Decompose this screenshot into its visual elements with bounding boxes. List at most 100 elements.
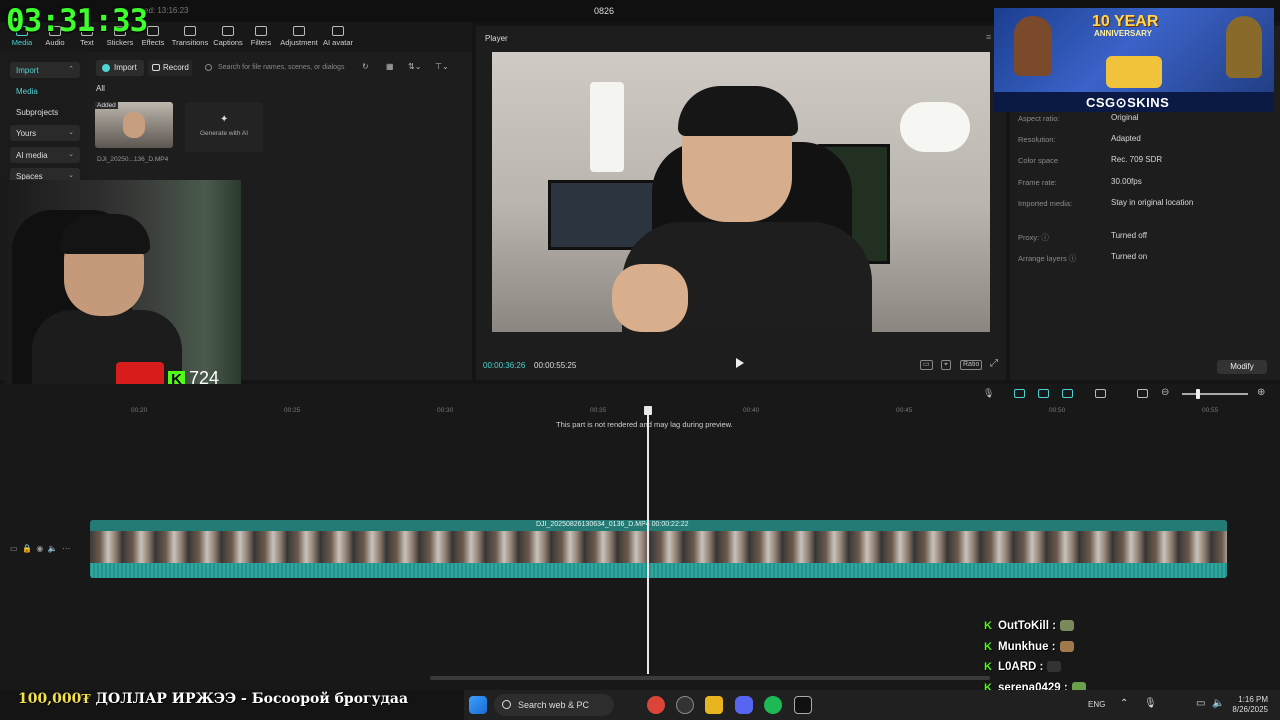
chevron-down-icon: ⌄ [68, 151, 74, 158]
folder-icon[interactable] [705, 696, 723, 714]
kick-icon: K [984, 620, 992, 632]
thumbnail-person [123, 112, 145, 138]
sidebar-item-media[interactable]: Media [10, 83, 80, 99]
windows-start-icon[interactable] [469, 696, 487, 714]
added-badge: Added [95, 102, 118, 109]
generate-with-ai-button[interactable]: ✦ Generate with AI [185, 102, 263, 152]
tab-label: Effects [141, 38, 165, 47]
grid-view-icon[interactable]: ▦ [386, 62, 394, 71]
capcut-icon[interactable] [794, 696, 812, 714]
fullscreen-preview-icon[interactable]: ▭ [920, 360, 933, 370]
detail-label: Resolution: [1018, 135, 1056, 144]
filter-icon[interactable]: ⊤⌄ [435, 62, 449, 71]
expand-icon[interactable]: ⤢ [990, 358, 998, 369]
github-icon[interactable] [676, 696, 694, 714]
ruler-tick: 00:55 [1202, 407, 1219, 414]
tab-label: AI avatar [322, 38, 353, 47]
ad-title: 10 YEAR [1092, 13, 1159, 30]
chrome-icon[interactable] [647, 696, 665, 714]
donation-ticker: 100,000₮ ДОЛЛАР ИРЖЭЭ - Босоорой брогуда… [18, 691, 408, 708]
language-indicator[interactable]: ENG [1088, 700, 1105, 709]
button-label: Import [114, 63, 137, 72]
detail-label: Color space [1018, 156, 1059, 165]
chevron-up-icon[interactable]: ⌃ [1120, 698, 1128, 709]
preview-axis-icon[interactable] [1062, 389, 1073, 398]
video-preview[interactable] [492, 52, 990, 332]
ruler-tick: 00:45 [896, 407, 913, 414]
ratio-button[interactable]: Ratio [960, 360, 983, 370]
network-icon[interactable]: ▭ [1196, 698, 1205, 709]
record-button[interactable]: Record [148, 60, 192, 76]
tab-ai-avatar[interactable]: AI avatar [316, 26, 360, 47]
total-timecode: 00:00:55:25 [534, 361, 577, 370]
microphone-icon[interactable]: 🎙 [983, 388, 994, 399]
tab-label: Filters [250, 38, 272, 47]
zoom-in-icon[interactable]: ⊕ [1257, 387, 1265, 398]
chat-separator: : [1036, 661, 1044, 673]
chat-separator: : [1048, 641, 1056, 653]
crop-icon[interactable]: ⌖ [941, 360, 951, 370]
split-icon[interactable] [1095, 389, 1106, 398]
sparkle-icon: ✦ [220, 114, 229, 125]
detail-label: Arrange layers ⓘ [1018, 254, 1077, 263]
ruler-tick: 00:40 [743, 407, 760, 414]
audio-waveform [90, 563, 1227, 578]
playhead-handle[interactable] [644, 406, 652, 415]
horizontal-scrollbar[interactable] [430, 676, 990, 680]
emote-icon [1059, 641, 1074, 653]
microphone-icon[interactable]: 🎙 [1144, 698, 1157, 709]
chat-message: K OutToKill : [984, 620, 1074, 632]
search-icon [502, 700, 511, 709]
discord-icon[interactable] [735, 696, 753, 714]
link-icon[interactable] [1038, 389, 1049, 398]
emote-icon [1047, 661, 1062, 673]
time-ruler[interactable]: 00:20 00:25 00:30 00:35 00:40 00:45 00:5… [90, 404, 1230, 418]
ruler-tick: 00:25 [284, 407, 301, 414]
project-title: 0826 [594, 6, 615, 16]
ruler-tick: 00:50 [1049, 407, 1066, 414]
ring-light [590, 82, 624, 172]
sort-icon[interactable]: ⇅⌄ [408, 62, 421, 71]
current-timecode: 00:00:36:26 [483, 361, 526, 370]
zoom-out-icon[interactable]: ⊖ [1161, 387, 1169, 398]
stream-clock: 03:31:33 [6, 3, 148, 39]
video-clip[interactable] [90, 520, 1227, 578]
search-input[interactable]: Search for file names, scenes, or dialog… [198, 60, 372, 76]
play-button[interactable] [736, 358, 744, 368]
menu-icon[interactable]: ≡ [986, 32, 991, 42]
emote-icon [1059, 620, 1074, 632]
track-controls[interactable]: ▭ 🔒 ◉ 🔈 ⋯ [10, 544, 70, 553]
tab-label: Transitions [171, 38, 209, 47]
tab-adjustment[interactable]: Adjustment [277, 26, 321, 47]
import-button[interactable]: Import [96, 60, 144, 76]
spotify-icon[interactable] [764, 696, 782, 714]
tab-label: Audio [45, 38, 65, 47]
sidebar-item-ai-media[interactable]: AI media ⌄ [10, 147, 80, 163]
ruler-tick: 00:30 [437, 407, 454, 414]
fit-icon[interactable] [1137, 389, 1148, 398]
sidebar-item-yours[interactable]: Yours ⌄ [10, 125, 80, 141]
sidebar-item-subprojects[interactable]: Subprojects [10, 104, 80, 120]
captions-icon [222, 26, 234, 36]
playhead[interactable] [644, 406, 652, 674]
zoom-slider-knob[interactable] [1196, 389, 1200, 399]
system-clock[interactable]: 1:16 PM 8/26/2025 [1228, 695, 1268, 715]
clip-frames [90, 531, 1227, 563]
zoom-slider[interactable] [1182, 389, 1248, 399]
detail-label: Aspect ratio: [1018, 114, 1060, 123]
filter-all[interactable]: All [96, 84, 105, 93]
sidebar-item-label: Yours [16, 129, 37, 138]
chat-user: Munkhue [998, 641, 1049, 653]
sidebar-item-import[interactable]: Import ⌃ [10, 62, 80, 78]
render-warning: This part is not rendered and may lag du… [556, 420, 733, 429]
media-thumbnail[interactable]: Added [95, 102, 173, 148]
volume-icon[interactable]: 🔈 [1212, 698, 1224, 709]
refresh-icon[interactable]: ↻ [362, 62, 369, 71]
chevron-down-icon: ⌄ [68, 129, 74, 136]
taskbar-search[interactable]: Search web & PC [494, 694, 614, 716]
donation-message: ДОЛЛАР ИРЖЭЭ - Босоорой брогудаа [90, 691, 409, 707]
magnet-icon[interactable] [1014, 389, 1025, 398]
clock-time: 1:16 PM [1238, 695, 1268, 704]
modify-button[interactable]: Modify [1217, 360, 1267, 374]
clip-label: DJI_20250826130634_0136_D.MP4 00:00:22:2… [536, 521, 689, 528]
